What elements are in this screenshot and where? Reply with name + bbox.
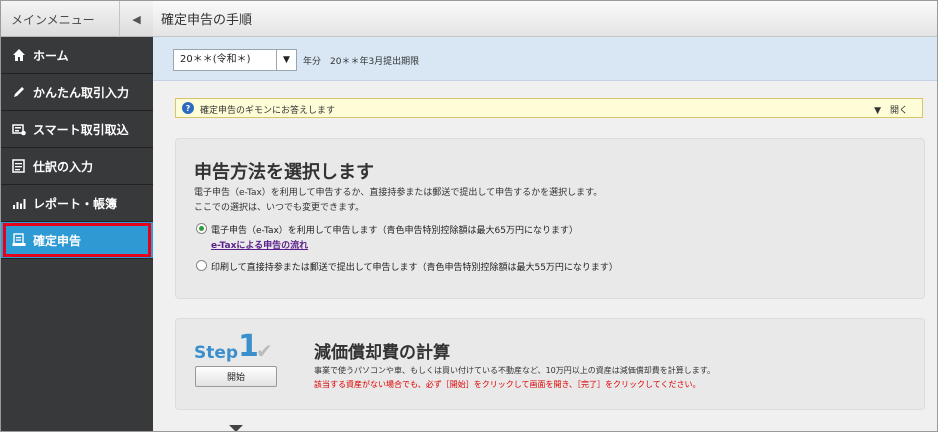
- sidebar-title: メインメニュー: [11, 13, 95, 27]
- main-menu-sidebar: メインメニュー ◀ ホーム かんたん取引入力 スマート取引取込 仕訳の入力 レポ…: [1, 1, 153, 431]
- faq-bar[interactable]: ? 確定申告のギモンにお答えします ▼ 開く: [175, 98, 923, 118]
- sidebar-item-easy-entry[interactable]: かんたん取引入力: [1, 74, 153, 111]
- step-note: 該当する資産がない場合でも、必ず［開始］をクリックして画面を開き、［完了］をクリ…: [314, 380, 701, 389]
- year-bar: 20＊＊(令和＊) ▼ 年分 20＊＊年3月提出期限: [153, 37, 937, 81]
- filing-method-panel: 申告方法を選択します 電子申告（e-Tax）を利用して申告するか、直接持参または…: [175, 138, 925, 299]
- sidebar-item-label: レポート・帳簿: [33, 196, 118, 211]
- home-icon: [11, 47, 27, 63]
- step-label: Step: [194, 343, 239, 363]
- tax-return-icon: [11, 232, 27, 248]
- sidebar-item-label: ホーム: [33, 48, 69, 63]
- checkmark-icon: ✔: [256, 339, 273, 363]
- sidebar-item-home[interactable]: ホーム: [1, 37, 153, 74]
- pencil-icon: [11, 84, 27, 100]
- report-chart-icon: [11, 195, 27, 211]
- step-title: 減価償却費の計算: [314, 343, 450, 363]
- page-title: 確定申告の手順: [153, 1, 937, 37]
- sidebar-item-label: 確定申告: [33, 233, 82, 248]
- sidebar-item-smart-import[interactable]: スマート取引取込: [1, 111, 153, 148]
- option-etax-label[interactable]: 電子申告（e-Tax）を利用して申告します（青色申告特別控除額は最大65万円にな…: [211, 223, 578, 236]
- chevron-down-icon[interactable]: ▼: [276, 50, 296, 70]
- start-button[interactable]: 開始: [195, 366, 277, 387]
- faq-toggle[interactable]: ▼ 開く: [874, 103, 908, 116]
- faq-text: 確定申告のギモンにお答えします: [200, 106, 336, 116]
- sidebar-header: メインメニュー ◀: [1, 1, 153, 37]
- year-label: 年分 20＊＊年3月提出期限: [303, 57, 420, 67]
- filing-method-desc: 電子申告（e-Tax）を利用して申告するか、直接持参または郵送で提出して申告する…: [194, 188, 603, 198]
- sidebar-item-reports[interactable]: レポート・帳簿: [1, 185, 153, 222]
- year-select-value: 20＊＊(令和＊): [180, 54, 251, 65]
- sidebar-item-label: かんたん取引入力: [33, 85, 130, 100]
- filing-method-heading: 申告方法を選択します: [194, 162, 374, 183]
- import-icon: [11, 121, 27, 137]
- year-select[interactable]: 20＊＊(令和＊) ▼: [173, 49, 297, 71]
- main-content: 確定申告の手順 20＊＊(令和＊) ▼ 年分 20＊＊年3月提出期限 ? 確定申…: [153, 1, 937, 431]
- step-desc: 事業で使うパソコンや車、もしくは買い付けている不動産など、10万円以上の資産は減…: [314, 366, 715, 375]
- journal-icon: [11, 158, 27, 174]
- sidebar-item-label: スマート取引取込: [33, 122, 129, 137]
- step1-panel: Step 1 ✔ 開始 減価償却費の計算 事業で使うパソコンや車、もしくは買い付…: [175, 318, 925, 410]
- sidebar-item-journal[interactable]: 仕訳の入力: [1, 148, 153, 185]
- chevron-left-icon[interactable]: ◀: [119, 1, 153, 37]
- radio-print[interactable]: [196, 260, 207, 271]
- app-window: メインメニュー ◀ ホーム かんたん取引入力 スマート取引取込 仕訳の入力 レポ…: [0, 0, 938, 432]
- option-print-label[interactable]: 印刷して直接持参または郵送で提出して申告します（青色申告特別控除額は最大55万円…: [211, 260, 618, 273]
- sidebar-item-label: 仕訳の入力: [33, 159, 94, 174]
- etax-flow-link[interactable]: e-Taxによる申告の流れ: [211, 238, 308, 251]
- arrow-down-icon: [229, 425, 243, 431]
- faq-toggle-label: 開く: [889, 106, 908, 116]
- question-icon: ?: [182, 102, 194, 114]
- radio-etax[interactable]: [196, 223, 207, 234]
- sidebar-item-tax-return[interactable]: 確定申告: [1, 222, 153, 259]
- filing-method-note: ここでの選択は、いつでも変更できます。: [194, 203, 365, 213]
